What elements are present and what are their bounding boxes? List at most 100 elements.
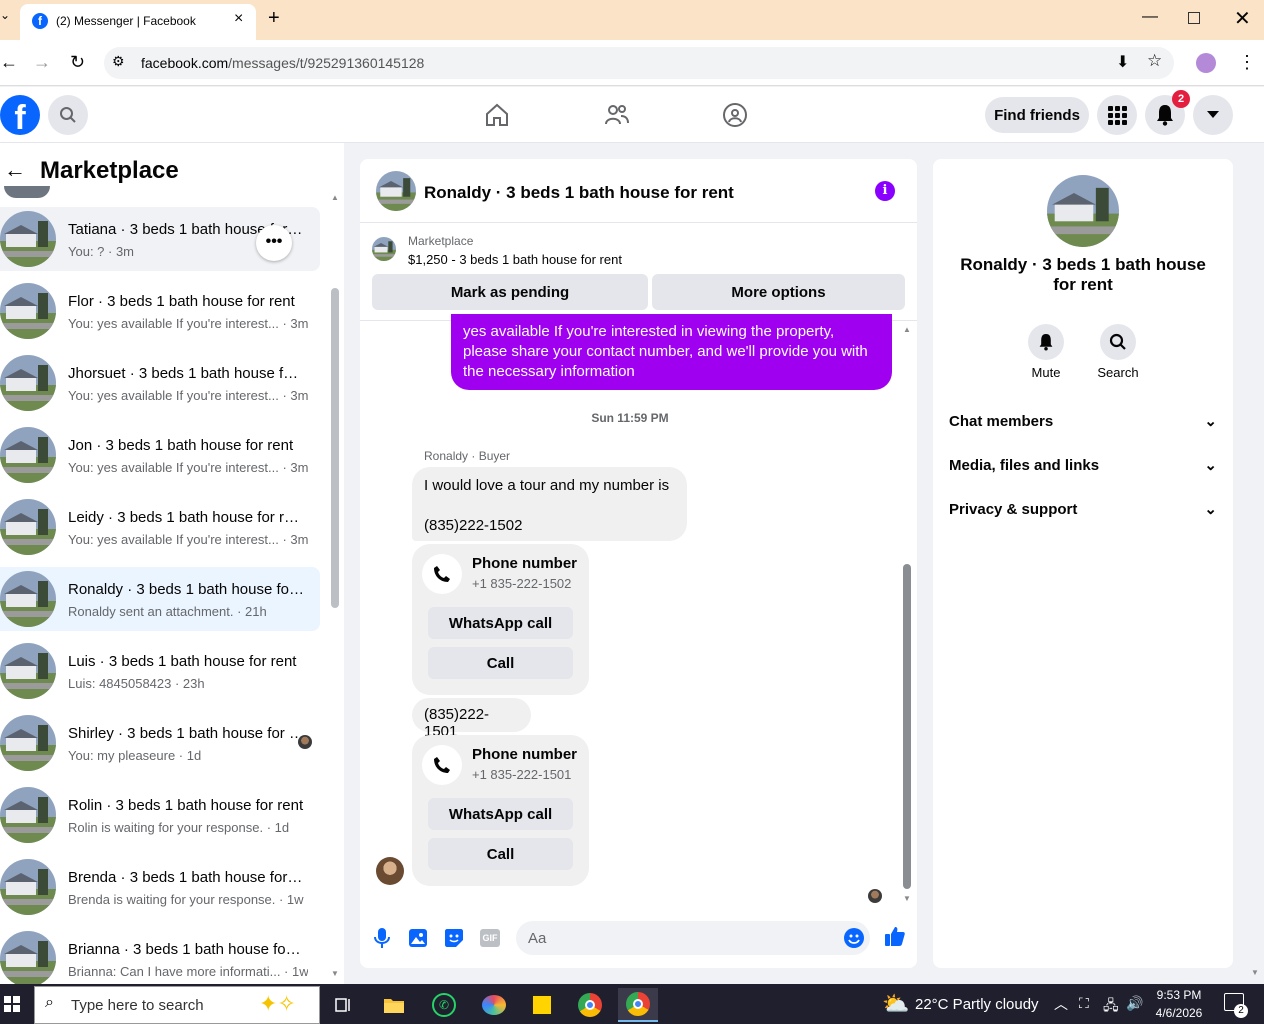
weather-icon[interactable]: ⛅: [882, 991, 909, 1017]
more-options-icon[interactable]: •••: [256, 225, 292, 261]
thumbs-up-icon[interactable]: [884, 925, 906, 952]
show-hidden-icons[interactable]: ︿: [1054, 994, 1068, 1014]
chat-members-section[interactable]: Chat members ⌄: [949, 412, 1217, 431]
tray-app-icon[interactable]: ⛶: [1079, 995, 1089, 1012]
sticker-icon[interactable]: [444, 928, 464, 953]
chrome-active-icon[interactable]: [618, 988, 658, 1022]
clock-date[interactable]: 4/6/2026: [1150, 1006, 1208, 1020]
more-options-button[interactable]: More options: [652, 274, 905, 310]
listing-thumbnail[interactable]: [372, 237, 396, 261]
profile-avatar-icon[interactable]: [1196, 53, 1216, 73]
emoji-icon[interactable]: [844, 928, 864, 948]
conversation-item[interactable]: Tatiana · 3 beds 1 bath house for rent Yo…: [0, 207, 320, 271]
conversation-avatar: [0, 427, 56, 483]
conversation-avatar: [0, 859, 56, 915]
paint-icon[interactable]: [474, 988, 514, 1022]
chat-scroll-up-icon[interactable]: ▲: [903, 325, 911, 334]
conversation-item[interactable]: Brianna · 3 beds 1 bath house for rent Br…: [0, 927, 320, 984]
url-field[interactable]: ⚙ facebook.com/messages/t/92529136014512…: [104, 47, 1174, 79]
conversation-item[interactable]: Ronaldy · 3 beds 1 bath house for rent Ro…: [0, 567, 320, 631]
chat-scroll-down-icon[interactable]: ▼: [903, 894, 911, 903]
maximize-icon[interactable]: [1188, 12, 1200, 24]
search-chat-button[interactable]: [1100, 324, 1136, 360]
volume-icon[interactable]: 🔊: [1126, 995, 1143, 1012]
photo-icon[interactable]: [408, 928, 428, 953]
search-button[interactable]: [48, 95, 88, 135]
bookmark-star-icon[interactable]: ☆: [1147, 51, 1162, 71]
chat-scrollbar[interactable]: [903, 564, 911, 889]
account-button[interactable]: [1193, 95, 1233, 135]
taskbar-search[interactable]: ⌕ Type here to search ✦✧: [34, 986, 320, 1024]
conversation-snippet: Brenda is waiting for your response. · 1…: [68, 892, 304, 907]
conversation-item[interactable]: Luis · 3 beds 1 bath house for rent Luis:…: [0, 639, 320, 703]
call-button[interactable]: Call: [428, 838, 573, 870]
conversation-scrollbar[interactable]: [331, 288, 339, 608]
network-icon[interactable]: 🖧: [1103, 995, 1119, 1019]
menu-grid-button[interactable]: [1097, 95, 1137, 135]
browser-tab[interactable]: f (2) Messenger | Facebook ×: [20, 4, 256, 40]
chat-avatar[interactable]: [376, 171, 416, 211]
scroll-down-icon[interactable]: ▼: [331, 969, 339, 978]
info-icon[interactable]: i: [875, 181, 895, 201]
conversation-title: Luis · 3 beds 1 bath house for rent: [68, 653, 297, 670]
conversation-title: Leidy · 3 beds 1 bath house for rent: [68, 509, 304, 526]
chat-title[interactable]: Ronaldy · 3 beds 1 bath house for rent: [424, 183, 734, 203]
back-icon[interactable]: ←: [0, 52, 18, 73]
section-label: Media, files and links: [949, 456, 1100, 474]
chrome-icon[interactable]: [570, 988, 610, 1022]
call-button[interactable]: Call: [428, 647, 573, 679]
home-nav-icon[interactable]: [484, 102, 510, 133]
groups-nav-icon[interactable]: [722, 102, 748, 133]
install-app-icon[interactable]: ⬇: [1116, 52, 1129, 72]
conversation-title: Flor · 3 beds 1 bath house for rent: [68, 293, 295, 310]
scroll-up-icon[interactable]: ▲: [331, 193, 339, 202]
friends-nav-icon[interactable]: [604, 102, 630, 133]
task-view-icon[interactable]: [324, 988, 364, 1022]
conversation-item[interactable]: Rolin · 3 beds 1 bath house for rent Roli…: [0, 783, 320, 847]
conversation-item[interactable]: Jon · 3 beds 1 bath house for rent You: y…: [0, 423, 320, 487]
mute-button[interactable]: [1028, 324, 1064, 360]
site-info-icon[interactable]: ⚙: [112, 53, 125, 70]
sender-avatar[interactable]: [376, 857, 404, 885]
conversation-item[interactable]: Jhorsuet · 3 beds 1 bath house for rent Y…: [0, 351, 320, 415]
whatsapp-call-button[interactable]: WhatsApp call: [428, 798, 573, 830]
whatsapp-call-button[interactable]: WhatsApp call: [428, 607, 573, 639]
received-message-bubble[interactable]: (835)222-1501: [412, 698, 531, 740]
conversation-item[interactable]: Shirley · 3 beds 1 bath house for rent Yo…: [0, 711, 320, 775]
windows-start-icon[interactable]: [4, 996, 20, 1017]
sticky-notes-icon[interactable]: [522, 988, 562, 1022]
conversation-item[interactable]: Leidy · 3 beds 1 bath house for rent You:…: [0, 495, 320, 559]
facebook-logo-icon[interactable]: f: [0, 95, 40, 137]
find-friends-button[interactable]: Find friends: [985, 97, 1089, 133]
close-window-icon[interactable]: ✕: [1234, 6, 1251, 31]
media-files-links-section[interactable]: Media, files and links ⌄: [949, 456, 1217, 475]
minimize-icon[interactable]: —: [1142, 8, 1158, 26]
new-tab-icon[interactable]: +: [268, 7, 280, 30]
chat-panel: Ronaldy · 3 beds 1 bath house for rent i…: [360, 159, 917, 968]
privacy-support-section[interactable]: Privacy & support ⌄: [949, 500, 1217, 519]
mark-pending-button[interactable]: Mark as pending: [372, 274, 648, 310]
sent-message-bubble[interactable]: yes available If you're interested in vi…: [451, 314, 892, 390]
chevron-down-icon: ⌄: [1204, 457, 1217, 474]
forward-icon[interactable]: →: [33, 52, 51, 73]
back-arrow-icon[interactable]: ←: [4, 157, 26, 183]
conversation-item[interactable]: Brenda · 3 beds 1 bath house for rent Bre…: [0, 855, 320, 919]
conversation-title: Shirley · 3 beds 1 bath house for rent: [68, 725, 304, 742]
close-tab-icon[interactable]: ×: [234, 10, 243, 28]
gif-icon[interactable]: GIF: [480, 929, 500, 947]
voice-clip-icon[interactable]: [372, 927, 392, 954]
weather-text[interactable]: 22°C Partly cloudy: [915, 996, 1039, 1013]
conversation-panel: ← Marketplace Tatiana · 3 beds 1 bath ho…: [0, 143, 344, 984]
listing-text[interactable]: $1,250 - 3 beds 1 bath house for rent: [408, 252, 622, 267]
clock-time[interactable]: 9:53 PM: [1154, 988, 1204, 1002]
conversation-item[interactable]: Flor · 3 beds 1 bath house for rent You: …: [0, 279, 320, 343]
tab-list-chevron-icon[interactable]: ⌄: [0, 8, 10, 22]
file-explorer-icon[interactable]: [374, 988, 414, 1022]
received-message-bubble[interactable]: I would love a tour and my number is (83…: [412, 467, 687, 541]
page-scroll-down-icon[interactable]: ▼: [1251, 968, 1259, 977]
browser-menu-icon[interactable]: ⋮: [1238, 52, 1256, 73]
whatsapp-icon[interactable]: ✆: [424, 988, 464, 1022]
message-input[interactable]: Aa: [516, 921, 870, 955]
reload-icon[interactable]: ↻: [70, 52, 85, 73]
profile-avatar[interactable]: [1047, 175, 1119, 247]
